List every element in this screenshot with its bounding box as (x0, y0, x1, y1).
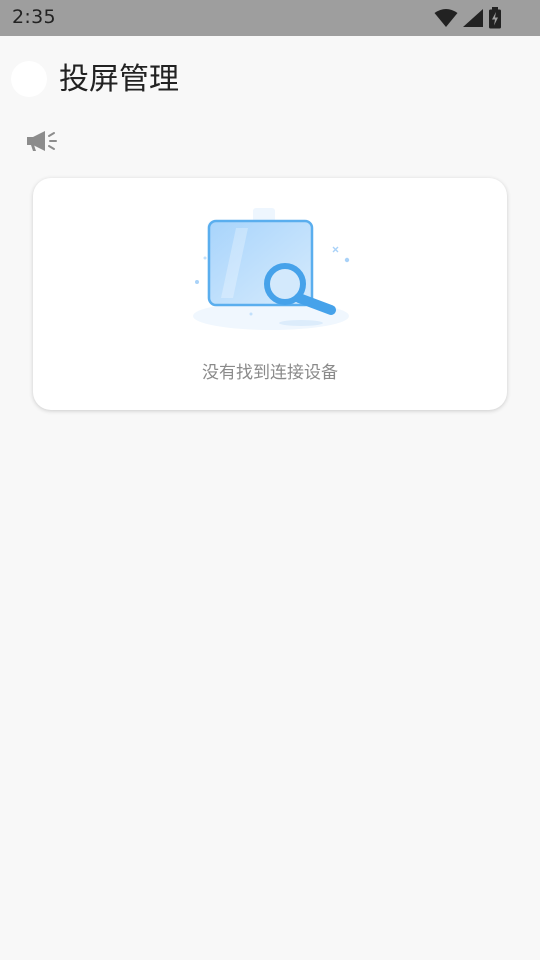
app-header: 投屏管理 (0, 36, 540, 124)
megaphone-icon[interactable] (26, 128, 58, 154)
cellular-signal-icon (462, 8, 484, 28)
search-device-illustration (191, 206, 351, 336)
page-title: 投屏管理 (59, 62, 179, 97)
wifi-icon (434, 8, 458, 28)
status-icons (434, 7, 502, 29)
status-time: 2:35 (12, 6, 56, 28)
empty-state-message: 没有找到连接设备 (202, 363, 338, 383)
battery-charging-icon (488, 7, 502, 29)
device-list-card: 没有找到连接设备 (33, 178, 507, 410)
status-bar: 2:35 (0, 0, 540, 36)
back-circle-icon[interactable] (11, 61, 47, 97)
